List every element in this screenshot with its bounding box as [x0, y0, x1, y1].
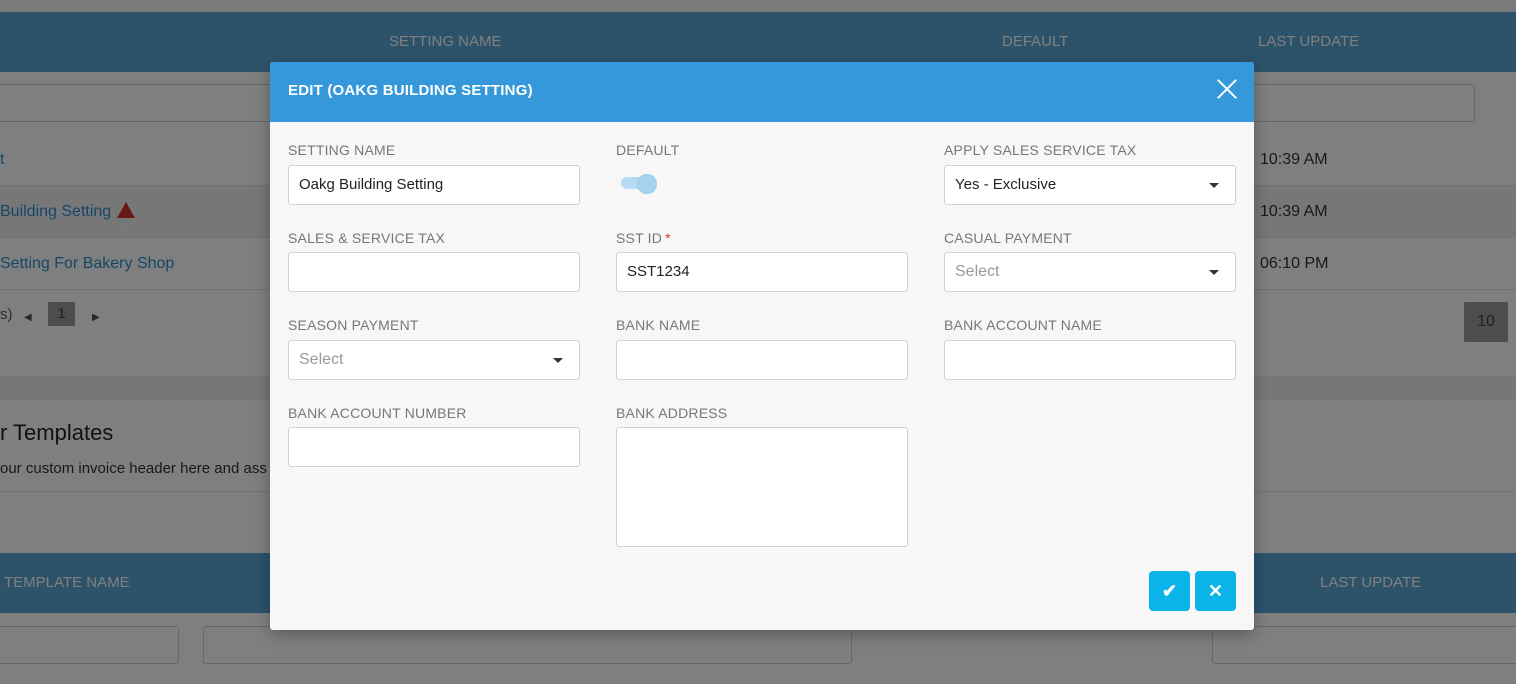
close-icon[interactable]: [1214, 76, 1240, 102]
bank-address-label: BANK ADDRESS: [616, 405, 728, 421]
default-toggle[interactable]: [619, 174, 657, 194]
setting-name-input[interactable]: Oakg Building Setting: [288, 165, 580, 205]
sst-id-input[interactable]: SST1234: [616, 252, 908, 292]
x-icon: ✕: [1207, 581, 1224, 601]
required-asterisk: *: [665, 230, 671, 246]
casual-payment-placeholder: Select: [955, 263, 1000, 280]
apply-sst-value: Yes - Exclusive: [955, 176, 1057, 193]
season-payment-placeholder: Select: [299, 351, 344, 368]
chevron-down-icon: [553, 358, 563, 363]
sales-service-tax-input[interactable]: [288, 252, 580, 292]
apply-sst-select[interactable]: Yes - Exclusive: [944, 165, 1236, 205]
casual-payment-select[interactable]: Select: [944, 252, 1236, 292]
season-payment-label: SEASON PAYMENT: [288, 317, 419, 333]
modal-title: EDIT (OAKG BUILDING SETTING): [288, 82, 533, 99]
chevron-down-icon: [1209, 183, 1219, 188]
bank-account-number-input[interactable]: [288, 427, 580, 467]
check-icon: ✔: [1161, 581, 1178, 601]
chevron-down-icon: [1209, 270, 1219, 275]
bank-address-textarea[interactable]: [616, 427, 908, 547]
bank-account-number-label: BANK ACCOUNT NUMBER: [288, 405, 467, 421]
sst-id-label-text: SST ID: [616, 230, 663, 246]
bank-account-name-label: BANK ACCOUNT NAME: [944, 317, 1102, 333]
sales-service-tax-label: SALES & SERVICE TAX: [288, 230, 446, 246]
season-payment-select[interactable]: Select: [288, 340, 580, 380]
setting-name-label: SETTING NAME: [288, 142, 396, 158]
bank-account-name-input[interactable]: [944, 340, 1236, 380]
save-button[interactable]: ✔: [1149, 571, 1190, 611]
apply-sst-label: APPLY SALES SERVICE TAX: [944, 142, 1137, 158]
casual-payment-label: CASUAL PAYMENT: [944, 230, 1072, 246]
edit-setting-modal: EDIT (OAKG BUILDING SETTING) SETTING NAM…: [270, 62, 1254, 630]
modal-header: EDIT (OAKG BUILDING SETTING): [270, 62, 1254, 122]
cancel-button[interactable]: ✕: [1195, 571, 1236, 611]
bank-name-label: BANK NAME: [616, 317, 701, 333]
sst-id-label: SST ID *: [616, 230, 671, 246]
bank-name-input[interactable]: [616, 340, 908, 380]
toggle-knob: [637, 174, 657, 194]
default-label: DEFAULT: [616, 142, 680, 158]
